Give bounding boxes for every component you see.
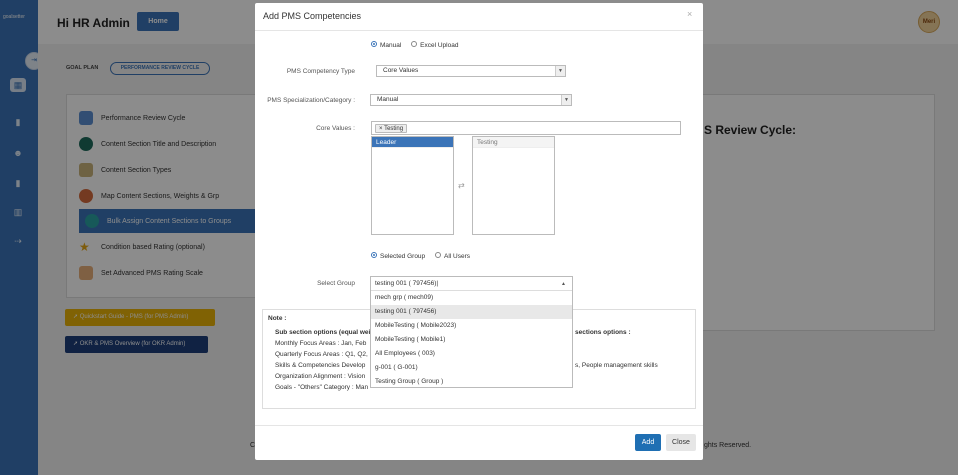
- manual-label: Manual: [380, 42, 402, 49]
- add-button[interactable]: Add: [635, 434, 661, 451]
- chevron-up-icon: ▲: [561, 281, 566, 287]
- core-values-label: Core Values :: [316, 125, 355, 132]
- specialization-label: PMS Specialization/Category :: [267, 97, 355, 104]
- dropdown-option[interactable]: MobileTesting ( Mobile1): [371, 333, 572, 347]
- note-heading: Note :: [268, 315, 287, 322]
- group-radio-group: Selected Group All Users: [371, 252, 478, 260]
- selected-group-radio[interactable]: [371, 252, 377, 259]
- core-value-tag-label: Testing: [384, 126, 404, 132]
- dropdown-option[interactable]: mech grp ( mech09): [371, 291, 572, 305]
- manual-radio[interactable]: [371, 41, 377, 48]
- competency-type-select[interactable]: Core Values ▼: [376, 65, 566, 77]
- all-users-radio[interactable]: [434, 252, 441, 259]
- core-value-tag[interactable]: × Testing: [375, 124, 408, 133]
- all-users-label: All Users: [443, 253, 470, 260]
- excel-upload-label: Excel Upload: [420, 42, 459, 49]
- note-line: Quarterly Focus Areas : Q1, Q2,: [275, 351, 368, 358]
- dropdown-option[interactable]: g-001 ( G-001): [371, 361, 572, 375]
- core-values-input[interactable]: × Testing: [371, 121, 681, 135]
- close-button[interactable]: Close: [666, 434, 696, 451]
- available-list[interactable]: Leader: [371, 136, 454, 235]
- excel-upload-radio[interactable]: [411, 41, 418, 48]
- select-group-search[interactable]: testing 001 ( 797456)| ▲: [371, 277, 572, 291]
- selected-list[interactable]: Testing: [472, 136, 555, 235]
- note-line: sections options :: [575, 329, 631, 336]
- select-group-label: Select Group: [317, 280, 355, 287]
- competency-type-value: Core Values: [383, 67, 419, 74]
- chevron-down-icon: ▼: [555, 66, 565, 76]
- note-line: s, People management skills: [575, 362, 658, 369]
- list-item[interactable]: Leader: [372, 137, 453, 148]
- specialization-select[interactable]: Manual ▼: [370, 94, 572, 106]
- note-line: Monthly Focus Areas : Jan, Feb: [275, 340, 367, 347]
- note-line: Skills & Competencies Develop: [275, 362, 366, 369]
- chevron-down-icon: ▼: [561, 95, 571, 105]
- modal-header: Add PMS Competencies ×: [255, 3, 703, 31]
- add-pms-competencies-modal: Add PMS Competencies × Manual Excel Uplo…: [255, 3, 703, 460]
- note-line: Goals - "Others" Category : Man: [275, 384, 369, 391]
- specialization-value: Manual: [377, 96, 399, 103]
- selected-group-label: Selected Group: [380, 253, 426, 260]
- select-group-value: testing 001 ( 797456)|: [375, 280, 439, 287]
- dropdown-option[interactable]: Testing Group ( Group ): [371, 375, 572, 389]
- note-line: Sub section options (equal wei: [275, 329, 371, 336]
- list-item[interactable]: Testing: [473, 137, 554, 148]
- close-icon[interactable]: ×: [687, 9, 692, 19]
- note-line: Organization Alignment : Vision: [275, 373, 366, 380]
- dropdown-option[interactable]: All Employees ( 003): [371, 347, 572, 361]
- select-group-dropdown[interactable]: testing 001 ( 797456)| ▲ mech grp ( mech…: [370, 276, 573, 388]
- dropdown-option[interactable]: MobileTesting ( Mobile2023): [371, 319, 572, 333]
- mode-radio-group: Manual Excel Upload: [371, 41, 466, 49]
- modal-title: Add PMS Competencies: [263, 11, 362, 21]
- swap-icon[interactable]: ⇄: [458, 181, 465, 190]
- competency-type-label: PMS Competency Type: [286, 68, 355, 75]
- dropdown-option[interactable]: testing 001 ( 797456): [371, 305, 572, 319]
